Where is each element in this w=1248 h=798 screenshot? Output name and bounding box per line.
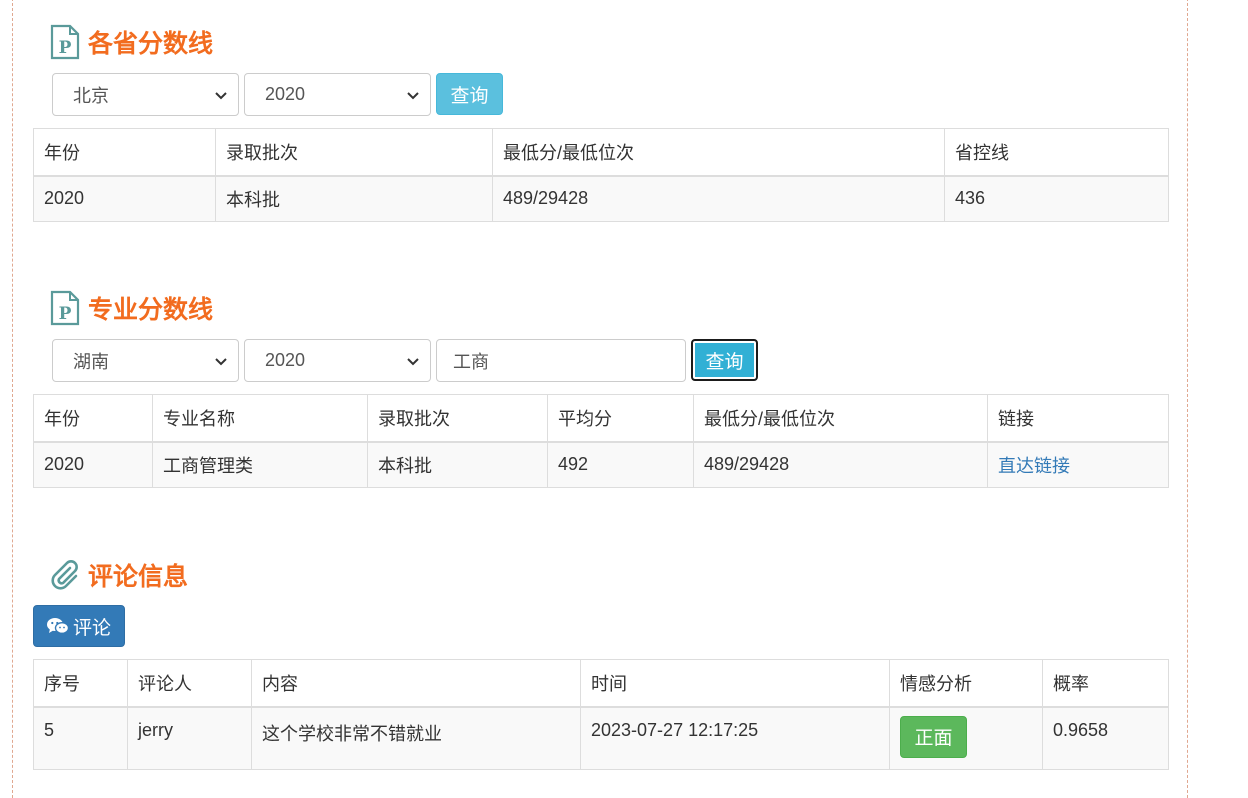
comment-section-title: 评论信息 [50,557,188,593]
major-province-select[interactable]: 湖南 [52,339,239,382]
header-min-score: 最低分/最低位次 [492,128,945,177]
chevron-down-icon [214,88,228,102]
major-query-button[interactable]: 查询 [691,339,758,381]
cell-index: 5 [33,706,128,770]
section-title-text: 专业分数线 [88,295,214,324]
cell-min-score: 489/29428 [693,441,988,488]
province-query-button[interactable]: 查询 [436,73,503,115]
major-year-select[interactable]: 2020 [244,339,431,382]
wechat-icon [46,617,69,635]
comment-button-label: 评论 [72,617,111,639]
cell-average-score: 492 [547,441,694,488]
header-batch: 录取批次 [367,394,548,443]
header-sentiment: 情感分析 [889,659,1043,708]
cell-batch: 本科批 [215,175,493,222]
chevron-down-icon [406,88,420,102]
svg-text:P: P [59,304,72,324]
province-score-table: 年份 录取批次 最低分/最低位次 省控线 2020 本科批 489/29428 … [33,128,1169,222]
header-year: 年份 [33,394,153,443]
document-p-icon: P [50,290,80,326]
header-major-name: 专业名称 [152,394,368,443]
table-header-row: 年份 录取批次 最低分/最低位次 省控线 [33,128,1169,177]
section-title-text: 各省分数线 [88,29,214,58]
header-link: 链接 [987,394,1169,443]
year-select-value: 2020 [265,84,306,104]
header-control-line: 省控线 [944,128,1169,177]
table-header-row: 年份 专业名称 录取批次 平均分 最低分/最低位次 链接 [33,394,1169,443]
svg-text:P: P [59,38,72,58]
cell-major-name: 工商管理类 [152,441,368,488]
comment-table: 序号 评论人 内容 时间 情感分析 概率 5 jerry 这个学校非常不错就业 … [33,659,1169,770]
table-row: 2020 本科批 489/29428 436 [33,175,1169,222]
header-average-score: 平均分 [547,394,694,443]
section-title-text: 评论信息 [88,562,189,591]
province-select[interactable]: 北京 [52,73,239,116]
header-probability: 概率 [1042,659,1169,708]
chevron-down-icon [406,354,420,368]
table-row: 5 jerry 这个学校非常不错就业 2023-07-27 12:17:25 正… [33,706,1169,770]
header-index: 序号 [33,659,128,708]
header-content: 内容 [251,659,581,708]
cell-link: 直达链接 [987,441,1169,488]
cell-year: 2020 [33,175,216,222]
major-keyword-input[interactable]: 工商 [436,339,686,382]
cell-content: 这个学校非常不错就业 [251,706,581,770]
cell-min-score: 489/29428 [492,175,945,222]
paperclip-icon [50,559,80,591]
table-row: 2020 工商管理类 本科批 492 489/29428 直达链接 [33,441,1169,488]
chevron-down-icon [214,354,228,368]
cell-control-line: 436 [944,175,1169,222]
table-header-row: 序号 评论人 内容 时间 情感分析 概率 [33,659,1169,708]
province-score-title: P 各省分数线 [50,24,213,60]
major-score-table: 年份 专业名称 录取批次 平均分 最低分/最低位次 链接 2020 工商管理类 … [33,394,1169,488]
province-select-value: 湖南 [73,351,109,372]
year-select-value: 2020 [265,350,306,370]
header-time: 时间 [580,659,890,708]
cell-year: 2020 [33,441,153,488]
header-batch: 录取批次 [215,128,493,177]
cell-time: 2023-07-27 12:17:25 [580,706,890,770]
province-select-value: 北京 [73,85,109,106]
comment-button[interactable]: 评论 [33,605,125,647]
major-score-title: P 专业分数线 [50,290,213,326]
cell-probability: 0.9658 [1042,706,1169,770]
sentiment-badge[interactable]: 正面 [900,715,967,758]
cell-commenter: jerry [127,706,252,770]
document-p-icon: P [50,24,80,60]
header-commenter: 评论人 [127,659,252,708]
cell-sentiment: 正面 [889,706,1043,770]
header-min-score: 最低分/最低位次 [693,394,988,443]
direct-link[interactable]: 直达链接 [998,456,1070,476]
cell-batch: 本科批 [367,441,548,488]
year-select[interactable]: 2020 [244,73,431,116]
header-year: 年份 [33,128,216,177]
